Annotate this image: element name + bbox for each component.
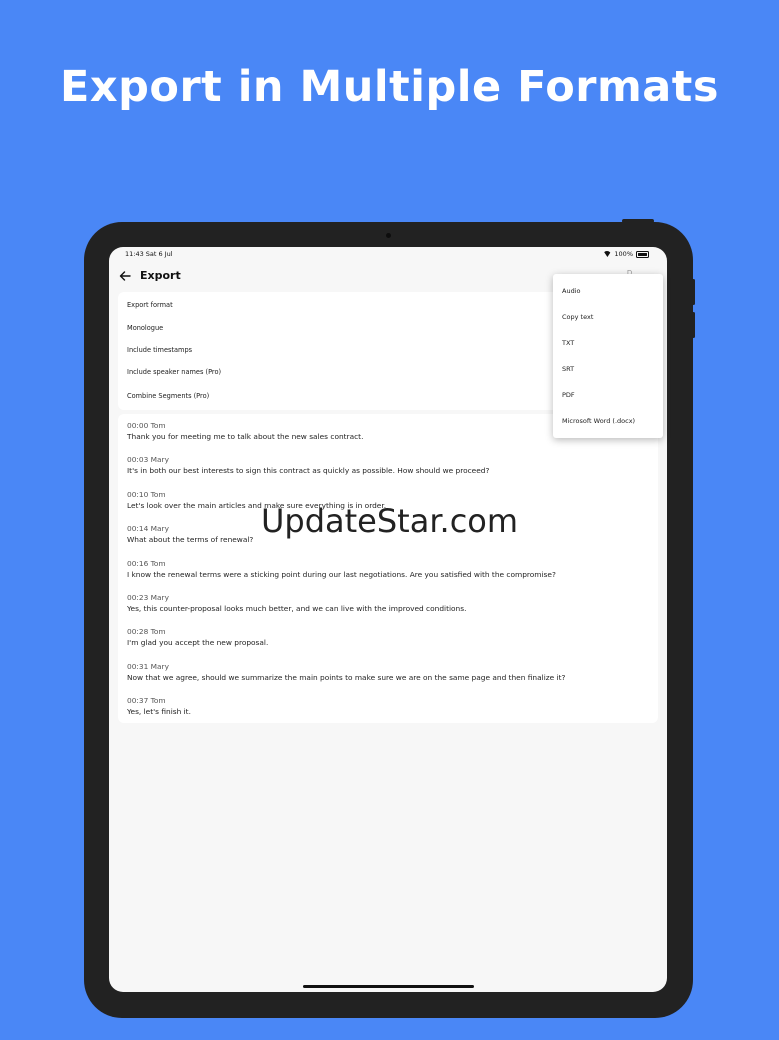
battery-percent: 100%: [614, 250, 633, 258]
page-title: Export: [140, 269, 181, 282]
transcript-segment: 00:23 Mary Yes, this counter-proposal lo…: [127, 592, 466, 614]
segment-text: Yes, this counter-proposal looks much be…: [127, 604, 467, 613]
segment-header: 00:10 Tom: [127, 490, 166, 499]
segment-header: 00:03 Mary: [127, 455, 169, 464]
transcript-segment: 00:28 Tom I'm glad you accept the new pr…: [127, 626, 268, 648]
export-format-menu: Audio Copy text TXT SRT PDF Microsoft Wo…: [553, 274, 663, 438]
wifi-icon: [603, 251, 611, 257]
transcript-segment: 00:03 Mary It's in both our best interes…: [127, 454, 489, 476]
transcript-card: 00:00 Tom Thank you for meeting me to ta…: [118, 414, 658, 723]
segment-text: Now that we agree, should we summarize t…: [127, 673, 566, 682]
option-combine-segments[interactable]: Combine Segments (Pro): [127, 392, 209, 400]
home-indicator[interactable]: [303, 985, 474, 988]
transcript-segment: 00:16 Tom I know the renewal terms were …: [127, 558, 556, 580]
segment-text: Thank you for meeting me to talk about t…: [127, 432, 364, 441]
top-button: [622, 219, 654, 223]
segment-text: I'm glad you accept the new proposal.: [127, 638, 269, 647]
watermark-text: UpdateStar.com: [260, 502, 519, 540]
option-include-timestamps[interactable]: Include timestamps: [127, 346, 192, 354]
status-time: 11:43 Sat 6 Jul: [125, 250, 173, 258]
segment-header: 00:31 Mary: [127, 662, 169, 671]
segment-header: 00:23 Mary: [127, 593, 169, 602]
battery-icon: [636, 250, 649, 258]
front-camera: [386, 233, 391, 238]
transcript-segment: 00:31 Mary Now that we agree, should we …: [127, 661, 565, 683]
segment-text: I know the renewal terms were a sticking…: [127, 570, 556, 579]
arrow-left-icon[interactable]: [118, 269, 132, 283]
menu-item-srt[interactable]: SRT: [562, 365, 574, 373]
option-export-format[interactable]: Export format: [127, 301, 173, 309]
menu-item-pdf[interactable]: PDF: [562, 391, 575, 399]
menu-item-audio[interactable]: Audio: [562, 287, 580, 295]
segment-header: 00:00 Tom: [127, 421, 166, 430]
segment-header: 00:16 Tom: [127, 559, 166, 568]
option-include-speaker-names[interactable]: Include speaker names (Pro): [127, 368, 221, 376]
headline: Export in Multiple Formats: [60, 62, 719, 112]
menu-item-copy-text[interactable]: Copy text: [562, 313, 593, 321]
volume-up-button: [692, 279, 695, 305]
watermark: UpdateStar.com: [0, 502, 779, 540]
segment-header: 00:37 Tom: [127, 696, 166, 705]
segment-header: 00:28 Tom: [127, 627, 166, 636]
menu-item-docx[interactable]: Microsoft Word (.docx): [562, 417, 635, 425]
status-bar: 11:43 Sat 6 Jul 100%: [109, 247, 667, 261]
transcript-segment: 00:37 Tom Yes, let's finish it.: [127, 695, 191, 717]
segment-text: It's in both our best interests to sign …: [127, 466, 490, 475]
option-monologue[interactable]: Monologue: [127, 324, 163, 332]
menu-item-txt[interactable]: TXT: [562, 339, 574, 347]
status-right: 100%: [603, 250, 649, 258]
transcript-segment: 00:00 Tom Thank you for meeting me to ta…: [127, 420, 363, 442]
segment-text: Yes, let's finish it.: [127, 707, 191, 716]
volume-down-button: [692, 312, 695, 338]
